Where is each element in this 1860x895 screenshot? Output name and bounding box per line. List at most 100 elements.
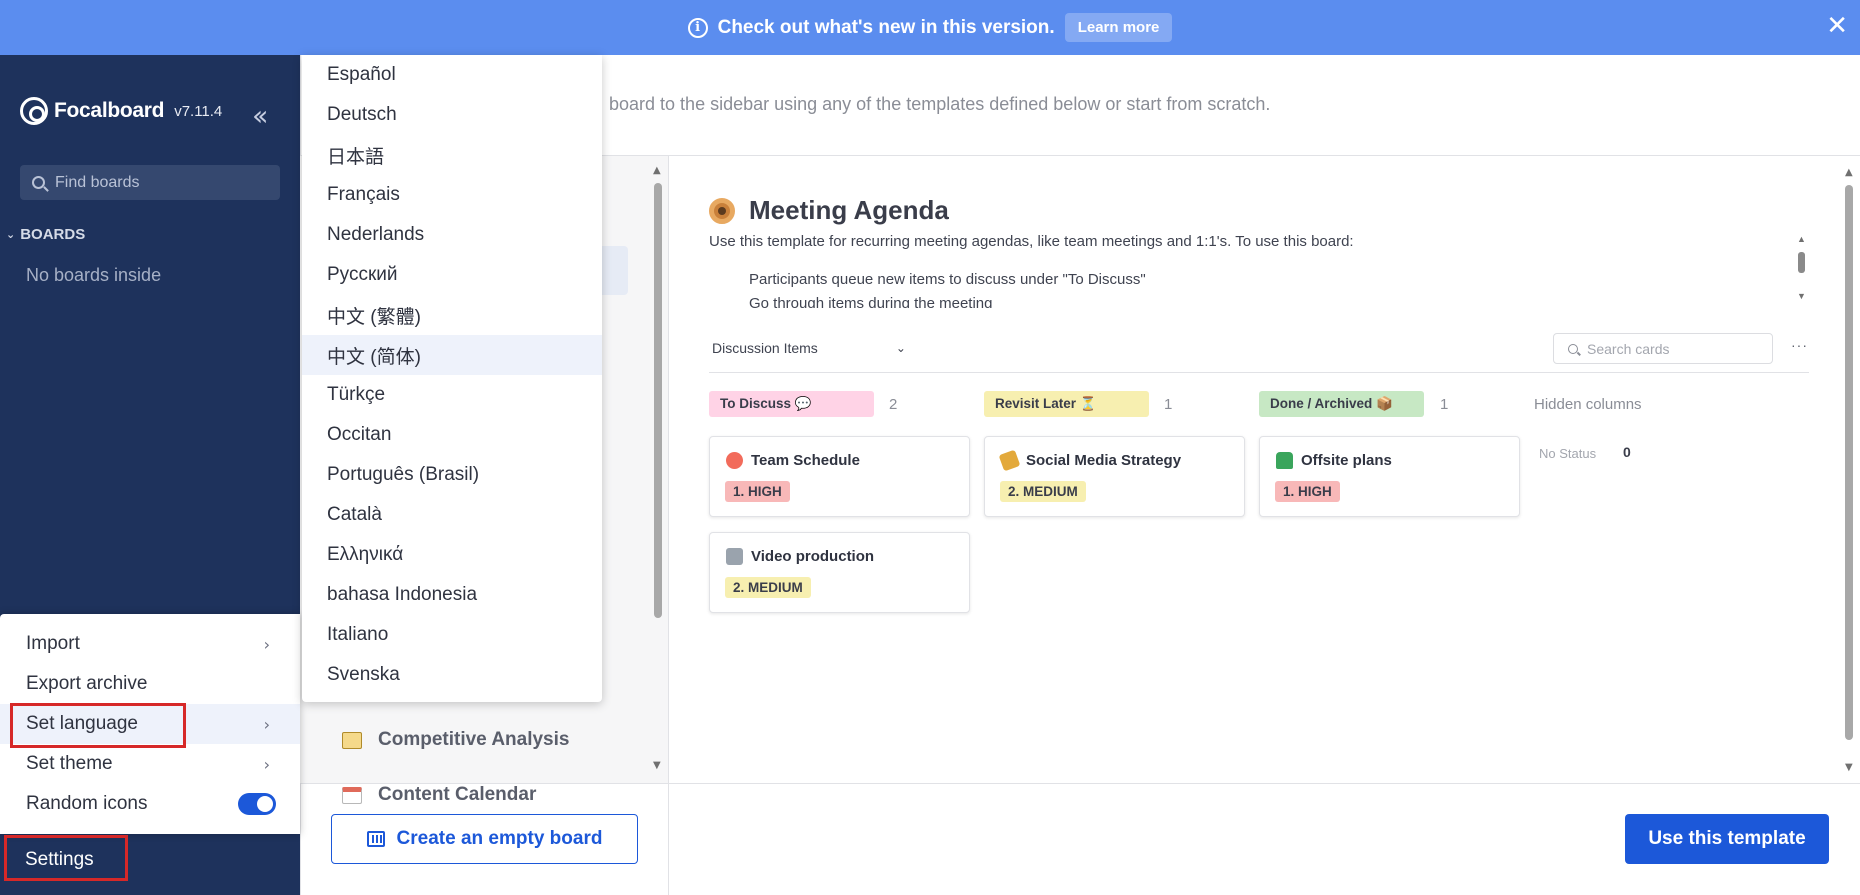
scroll-up-icon[interactable]: ▲: [653, 165, 661, 176]
language-option[interactable]: Deutsch: [302, 95, 602, 135]
menu-item-set-language[interactable]: Set language ›: [0, 704, 300, 744]
use-template-button[interactable]: Use this template: [1625, 814, 1829, 864]
card-team-schedule[interactable]: Team Schedule 1. HIGH: [709, 436, 970, 517]
preview-title-text: Meeting Agenda: [749, 195, 949, 225]
more-options-icon[interactable]: ···: [1791, 337, 1808, 353]
chevron-down-icon: ⌄: [895, 341, 906, 355]
find-boards-input[interactable]: Find boards: [20, 165, 280, 200]
random-icons-toggle[interactable]: [238, 793, 276, 815]
language-option[interactable]: Español: [302, 55, 602, 95]
folder-icon: [342, 731, 362, 749]
donut-icon: [709, 197, 735, 224]
find-boards-placeholder: Find boards: [55, 173, 140, 191]
info-icon: i: [687, 17, 708, 38]
search-icon: [32, 176, 45, 189]
language-option[interactable]: Català: [302, 495, 602, 535]
description-scroll-up-icon[interactable]: ▲: [1797, 234, 1806, 244]
menu-item-label: Set language: [26, 713, 138, 734]
car-icon: [1276, 452, 1293, 469]
search-cards-placeholder: Search cards: [1587, 340, 1670, 357]
language-option[interactable]: bahasa Indonesia: [302, 575, 602, 615]
card-title-text: Video production: [751, 548, 875, 565]
scroll-down-icon[interactable]: ▼: [653, 760, 661, 771]
chevron-down-icon: ⌄: [6, 229, 16, 241]
preview-scrollbar-thumb[interactable]: [1845, 185, 1853, 740]
menu-item-label: Export archive: [26, 673, 148, 694]
language-option[interactable]: Português (Brasil): [302, 455, 602, 495]
priority-tag: 1. HIGH: [1275, 481, 1340, 502]
scrollbar-thumb[interactable]: [654, 183, 662, 618]
card-title: Team Schedule: [726, 452, 860, 469]
card-offsite-plans[interactable]: Offsite plans 1. HIGH: [1259, 436, 1520, 517]
boards-header-label: BOARDS: [20, 226, 86, 243]
column-header-done-archived[interactable]: Done / Archived 📦: [1259, 391, 1424, 417]
card-title-text: Social Media Strategy: [1026, 452, 1182, 469]
column-label: Done / Archived 📦: [1270, 396, 1393, 411]
view-selector[interactable]: Discussion Items ⌄: [712, 340, 906, 356]
description-scrollbar-thumb[interactable]: [1798, 252, 1805, 273]
language-option[interactable]: 中文 (繁體): [302, 295, 602, 335]
board-icon: [366, 831, 385, 847]
column-count: 2: [889, 396, 898, 413]
hidden-columns-label: Hidden columns: [1534, 396, 1642, 413]
calendar-icon: [342, 786, 362, 804]
template-item-competitive-analysis[interactable]: Competitive Analysis: [342, 729, 569, 751]
chevron-right-icon: ›: [263, 634, 270, 654]
video-icon: [726, 548, 743, 565]
language-option[interactable]: Français: [302, 175, 602, 215]
preview-scroll-up-icon[interactable]: ▲: [1845, 167, 1853, 178]
no-status-count: 0: [1623, 444, 1631, 460]
settings-button[interactable]: Settings: [8, 840, 122, 880]
column-count: 1: [1164, 396, 1173, 413]
column-header-revisit-later[interactable]: Revisit Later ⏳: [984, 391, 1149, 417]
preview-scroll-down-icon[interactable]: ▼: [1845, 762, 1853, 773]
no-status-label[interactable]: No Status: [1539, 446, 1596, 461]
learn-more-button[interactable]: Learn more: [1064, 13, 1173, 42]
language-option[interactable]: Occitan: [302, 415, 602, 455]
menu-item-random-icons[interactable]: Random icons: [0, 784, 300, 824]
card-title-text: Team Schedule: [751, 452, 860, 469]
app-name: Focalboard: [54, 99, 165, 122]
app-version: v7.11.4: [174, 102, 223, 120]
megaphone-icon: [998, 449, 1021, 472]
menu-item-import[interactable]: Import ›: [0, 624, 300, 664]
language-option[interactable]: Italiano: [302, 615, 602, 655]
priority-tag: 2. MEDIUM: [1000, 481, 1086, 502]
language-option[interactable]: Türkçe: [302, 375, 602, 415]
language-option[interactable]: 日本語: [302, 135, 602, 175]
card-title: Offsite plans: [1276, 452, 1392, 469]
template-label: Content Calendar: [378, 784, 537, 805]
settings-menu: Import › Export archive Set language › S…: [0, 614, 300, 834]
description-scroll-down-icon[interactable]: ▼: [1797, 291, 1806, 301]
column-label: Revisit Later ⏳: [995, 396, 1097, 411]
create-empty-board-label: Create an empty board: [396, 828, 603, 849]
boards-section-header[interactable]: ⌄ BOARDS: [6, 226, 85, 243]
column-divider: [668, 156, 669, 895]
collapse-sidebar-icon[interactable]: ‹‹: [252, 99, 269, 132]
card-title: Social Media Strategy: [998, 449, 1182, 472]
chevron-right-icon: ›: [263, 714, 270, 734]
footer-divider: [300, 783, 1860, 784]
priority-tag: 1. HIGH: [725, 481, 790, 502]
menu-item-export-archive[interactable]: Export archive: [0, 664, 300, 704]
preview-bullets: Participants queue new items to discuss …: [749, 272, 1789, 308]
column-header-to-discuss[interactable]: To Discuss 💬: [709, 391, 874, 417]
card-social-media-strategy[interactable]: Social Media Strategy 2. MEDIUM: [984, 436, 1245, 517]
create-empty-board-button[interactable]: Create an empty board: [331, 814, 638, 864]
search-icon: [1568, 343, 1578, 354]
language-option[interactable]: Ελληνικά: [302, 535, 602, 575]
language-option[interactable]: Русский: [302, 255, 602, 295]
language-option[interactable]: Svenska: [302, 655, 602, 695]
menu-item-set-theme[interactable]: Set theme ›: [0, 744, 300, 784]
template-item-content-calendar[interactable]: Content Calendar: [342, 784, 536, 806]
close-icon[interactable]: ✕: [1826, 13, 1848, 39]
alarm-clock-icon: [726, 452, 743, 469]
page-description: board to the sidebar using any of the te…: [609, 94, 1271, 114]
template-list-scrollbar[interactable]: ▲ ▼: [653, 165, 663, 771]
language-option[interactable]: Nederlands: [302, 215, 602, 255]
search-cards-input[interactable]: Search cards: [1553, 333, 1773, 364]
template-label: Competitive Analysis: [378, 729, 570, 750]
card-video-production[interactable]: Video production 2. MEDIUM: [709, 532, 970, 613]
language-option-selected[interactable]: 中文 (简体): [302, 335, 602, 375]
chevron-right-icon: ›: [263, 754, 270, 774]
